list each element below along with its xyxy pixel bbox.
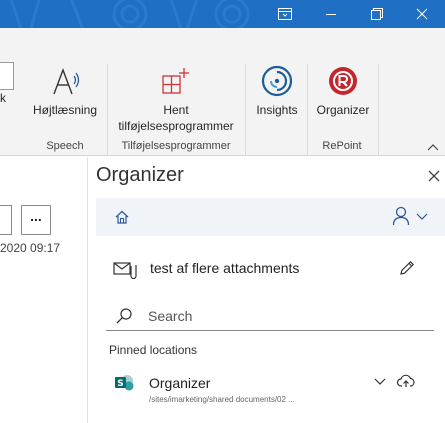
edit-icon[interactable] (398, 259, 416, 277)
expand-chevron-icon[interactable] (374, 378, 386, 386)
repoint-logo-icon (329, 67, 357, 95)
title-bar (0, 0, 445, 28)
close-pane-icon[interactable] (424, 166, 444, 186)
search-placeholder: Search (148, 308, 193, 324)
more-actions-button[interactable]: ... (21, 205, 51, 235)
title-bar-pattern (9, 0, 250, 28)
location-path: /sites/imarketing/shared documents/02 ..… (149, 395, 295, 404)
group-label-addins: Tilføjelsesprogrammer (121, 140, 231, 152)
organizer-nav-bar (96, 198, 445, 236)
organizer-ribbon-label: Organizer (316, 103, 370, 117)
ribbon: k Højtlæsning Hent tilføjelsesprogrammer (0, 28, 445, 156)
mail-attachment-icon (113, 262, 137, 280)
pinned-locations-heading: Pinned locations (109, 343, 198, 357)
search-input[interactable]: Search (106, 303, 434, 331)
ribbon-cut-button[interactable] (0, 62, 14, 90)
sharepoint-icon: S (115, 375, 134, 391)
get-addins-label-line1: Hent (163, 103, 189, 117)
location-name: Organizer (149, 375, 211, 391)
home-icon[interactable] (114, 209, 130, 225)
user-menu[interactable] (392, 206, 432, 228)
store-addins-icon (162, 68, 189, 94)
reading-pane-left: ... 2020 09:17 (0, 157, 88, 423)
read-aloud-button[interactable]: Højtlæsning (26, 28, 104, 156)
cloud-upload-icon[interactable] (397, 374, 415, 388)
get-addins-label-line2: tilføjelsesprogrammer (118, 119, 234, 133)
group-label-speech: Speech (46, 140, 84, 152)
user-icon (392, 206, 410, 226)
close-window-button[interactable] (399, 0, 445, 28)
read-aloud-label: Højtlæsning (32, 103, 98, 117)
organizer-pane-title: Organizer (96, 164, 184, 186)
ribbon-separator (378, 64, 379, 156)
close-icon (416, 8, 428, 20)
cut-off-button[interactable] (0, 205, 12, 235)
ribbon-separator (107, 64, 108, 156)
ribbon-separator (245, 64, 246, 156)
read-aloud-icon (53, 68, 80, 95)
search-icon (116, 308, 132, 324)
insights-label: Insights (256, 103, 298, 117)
restore-icon (371, 8, 383, 20)
ribbon-display-options-button[interactable] (262, 0, 308, 28)
minimize-icon (326, 14, 336, 15)
minimize-button[interactable] (308, 0, 354, 28)
message-date: 2020 09:17 (0, 241, 61, 255)
mail-subject: test af flere attachments (150, 260, 300, 276)
insights-icon (261, 65, 293, 97)
get-addins-button[interactable]: Hent tilføjelsesprogrammer (110, 28, 242, 156)
insights-button[interactable]: Insights (248, 28, 306, 156)
chevron-down-icon (416, 213, 428, 220)
ribbon-cut-label: k (0, 91, 6, 105)
svg-text:S: S (117, 379, 123, 389)
pinned-location-item[interactable]: S Organizer /sites/imarketing/shared doc… (110, 372, 445, 412)
ribbon-display-icon (278, 8, 292, 20)
collapse-ribbon-icon[interactable] (427, 143, 439, 151)
current-mail-item: test af flere attachments (110, 257, 445, 281)
organizer-ribbon-button[interactable]: Organizer (310, 28, 376, 156)
restore-button[interactable] (354, 0, 400, 28)
group-label-repoint: RePoint (322, 140, 362, 152)
